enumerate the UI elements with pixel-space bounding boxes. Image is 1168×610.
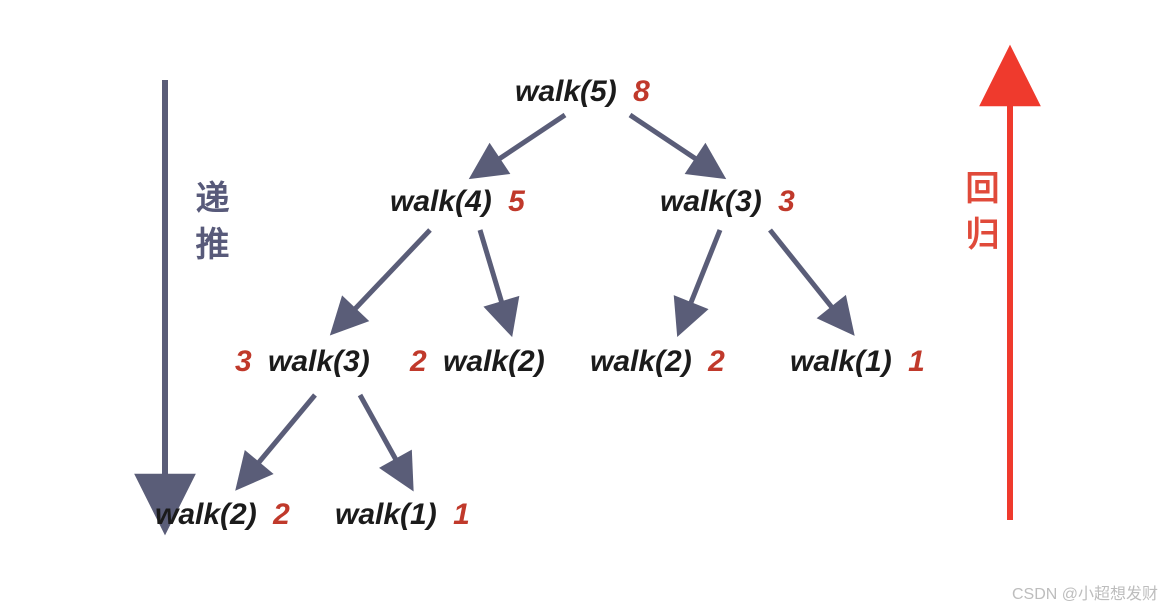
- node-label: walk(1): [335, 498, 437, 531]
- node-value: 3: [778, 185, 795, 218]
- node-value: 3: [235, 345, 252, 378]
- node-walk1-a: walk(1) 1: [790, 345, 925, 379]
- node-value: 1: [908, 345, 925, 378]
- node-label: walk(2): [155, 498, 257, 531]
- node-walk2-a: 2 walk(2): [410, 345, 545, 379]
- node-walk1-b: walk(1) 1: [335, 498, 470, 532]
- node-walk4: walk(4) 5: [390, 185, 525, 219]
- node-label: walk(4): [390, 185, 492, 218]
- node-walk5: walk(5) 8: [515, 75, 650, 109]
- node-value: 1: [453, 498, 470, 531]
- node-value: 2: [410, 345, 427, 378]
- node-label: walk(2): [590, 345, 692, 378]
- node-label: walk(3): [660, 185, 762, 218]
- node-label: walk(3): [268, 345, 370, 378]
- node-value: 2: [273, 498, 290, 531]
- node-walk2-b: walk(2) 2: [590, 345, 725, 379]
- node-walk3-left: 3 walk(3): [235, 345, 370, 379]
- node-walk2-c: walk(2) 2: [155, 498, 290, 532]
- node-label: walk(2): [443, 345, 545, 378]
- node-label: walk(1): [790, 345, 892, 378]
- diagram-stage: 递推 回归 walk(5) 8 walk(4) 5 walk(3) 3 3 wa…: [0, 0, 1168, 610]
- watermark: CSDN @小超想发财: [1012, 580, 1158, 604]
- node-label: walk(5): [515, 75, 617, 108]
- node-walk3-right: walk(3) 3: [660, 185, 795, 219]
- node-value: 8: [633, 75, 650, 108]
- node-value: 2: [708, 345, 725, 378]
- right-side-label: 回归: [955, 170, 1004, 262]
- node-value: 5: [508, 185, 525, 218]
- left-side-label: 递推: [185, 180, 234, 272]
